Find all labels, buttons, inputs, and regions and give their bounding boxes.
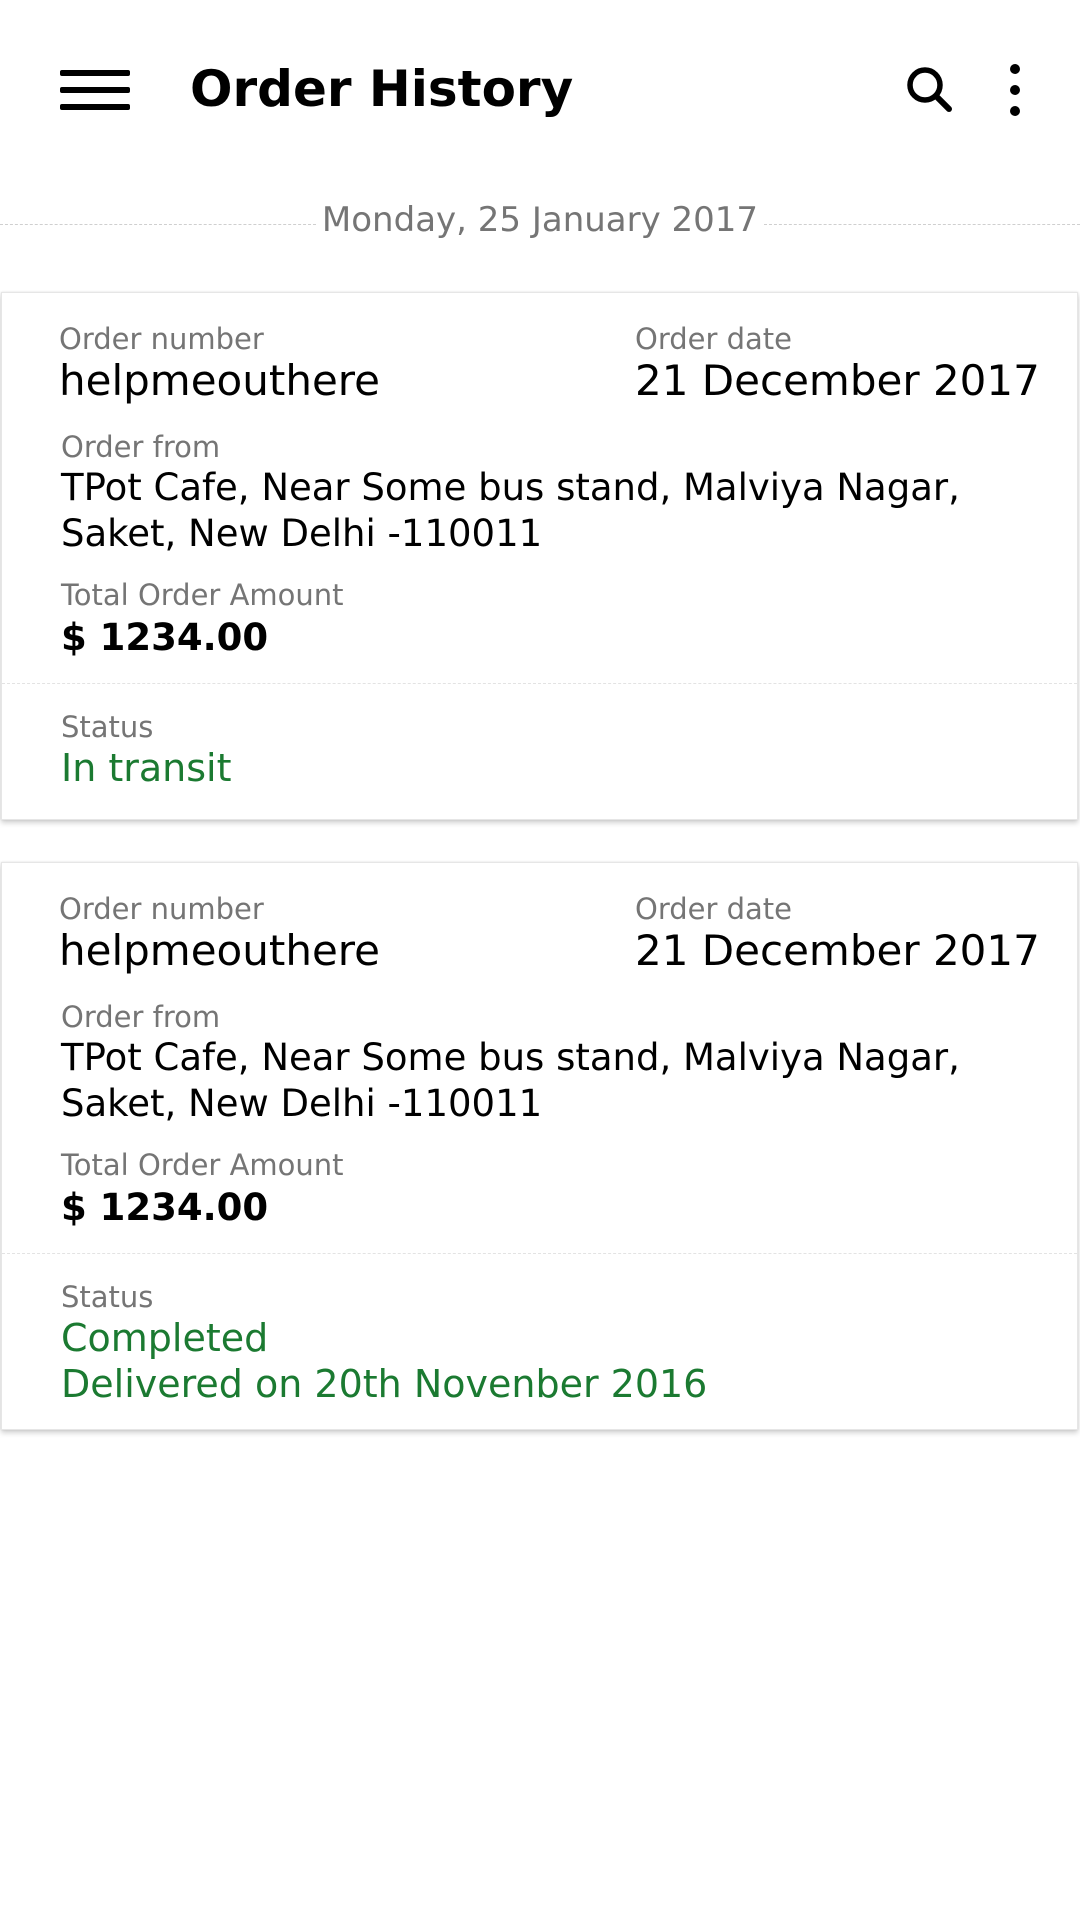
hamburger-menu-icon[interactable] [54, 60, 136, 120]
order-date-label: Order date [635, 892, 793, 926]
more-vertical-icon[interactable] [990, 60, 1040, 120]
app-bar: Order History [0, 0, 1080, 180]
status-value: In transit [61, 746, 232, 790]
order-card[interactable]: Order number helpmeouthere Order date 21… [1, 862, 1078, 1430]
order-number: helpmeouthere [59, 926, 380, 975]
order-number: helpmeouthere [59, 356, 380, 405]
order-date-label: Order date [635, 322, 793, 356]
status-label: Status [61, 1280, 154, 1314]
status-value: Completed [61, 1316, 269, 1360]
date-divider: Monday, 25 January 2017 [0, 196, 1080, 248]
order-from-label: Order from [61, 430, 221, 464]
card-separator [2, 1253, 1077, 1254]
status-detail: Delivered on 20th Novenber 2016 [61, 1362, 708, 1406]
order-date: 21 December 2017 [635, 926, 1040, 975]
status-label: Status [61, 710, 154, 744]
menu-bar [60, 104, 130, 110]
page-title: Order History [190, 60, 574, 118]
date-header: Monday, 25 January 2017 [321, 200, 759, 240]
order-date: 21 December 2017 [635, 356, 1040, 405]
order-from-address-line1: TPot Cafe, Near Some bus stand, Malviya … [61, 1036, 960, 1079]
menu-bar [60, 70, 130, 76]
order-from-label: Order from [61, 1000, 221, 1034]
total-amount-label: Total Order Amount [61, 1148, 344, 1182]
order-number-label: Order number [59, 892, 264, 926]
menu-bar [60, 87, 130, 93]
order-from-address-line1: TPot Cafe, Near Some bus stand, Malviya … [61, 466, 960, 509]
order-from-address-line2: Saket, New Delhi -110011 [61, 512, 543, 555]
order-number-label: Order number [59, 322, 264, 356]
total-amount-label: Total Order Amount [61, 578, 344, 612]
card-separator [2, 683, 1077, 684]
order-card[interactable]: Order number helpmeouthere Order date 21… [1, 292, 1078, 820]
search-icon[interactable] [900, 60, 960, 120]
divider-line [0, 224, 316, 225]
total-amount: $ 1234.00 [61, 1186, 269, 1229]
divider-line [764, 224, 1080, 225]
total-amount: $ 1234.00 [61, 616, 269, 659]
order-from-address-line2: Saket, New Delhi -110011 [61, 1082, 543, 1125]
